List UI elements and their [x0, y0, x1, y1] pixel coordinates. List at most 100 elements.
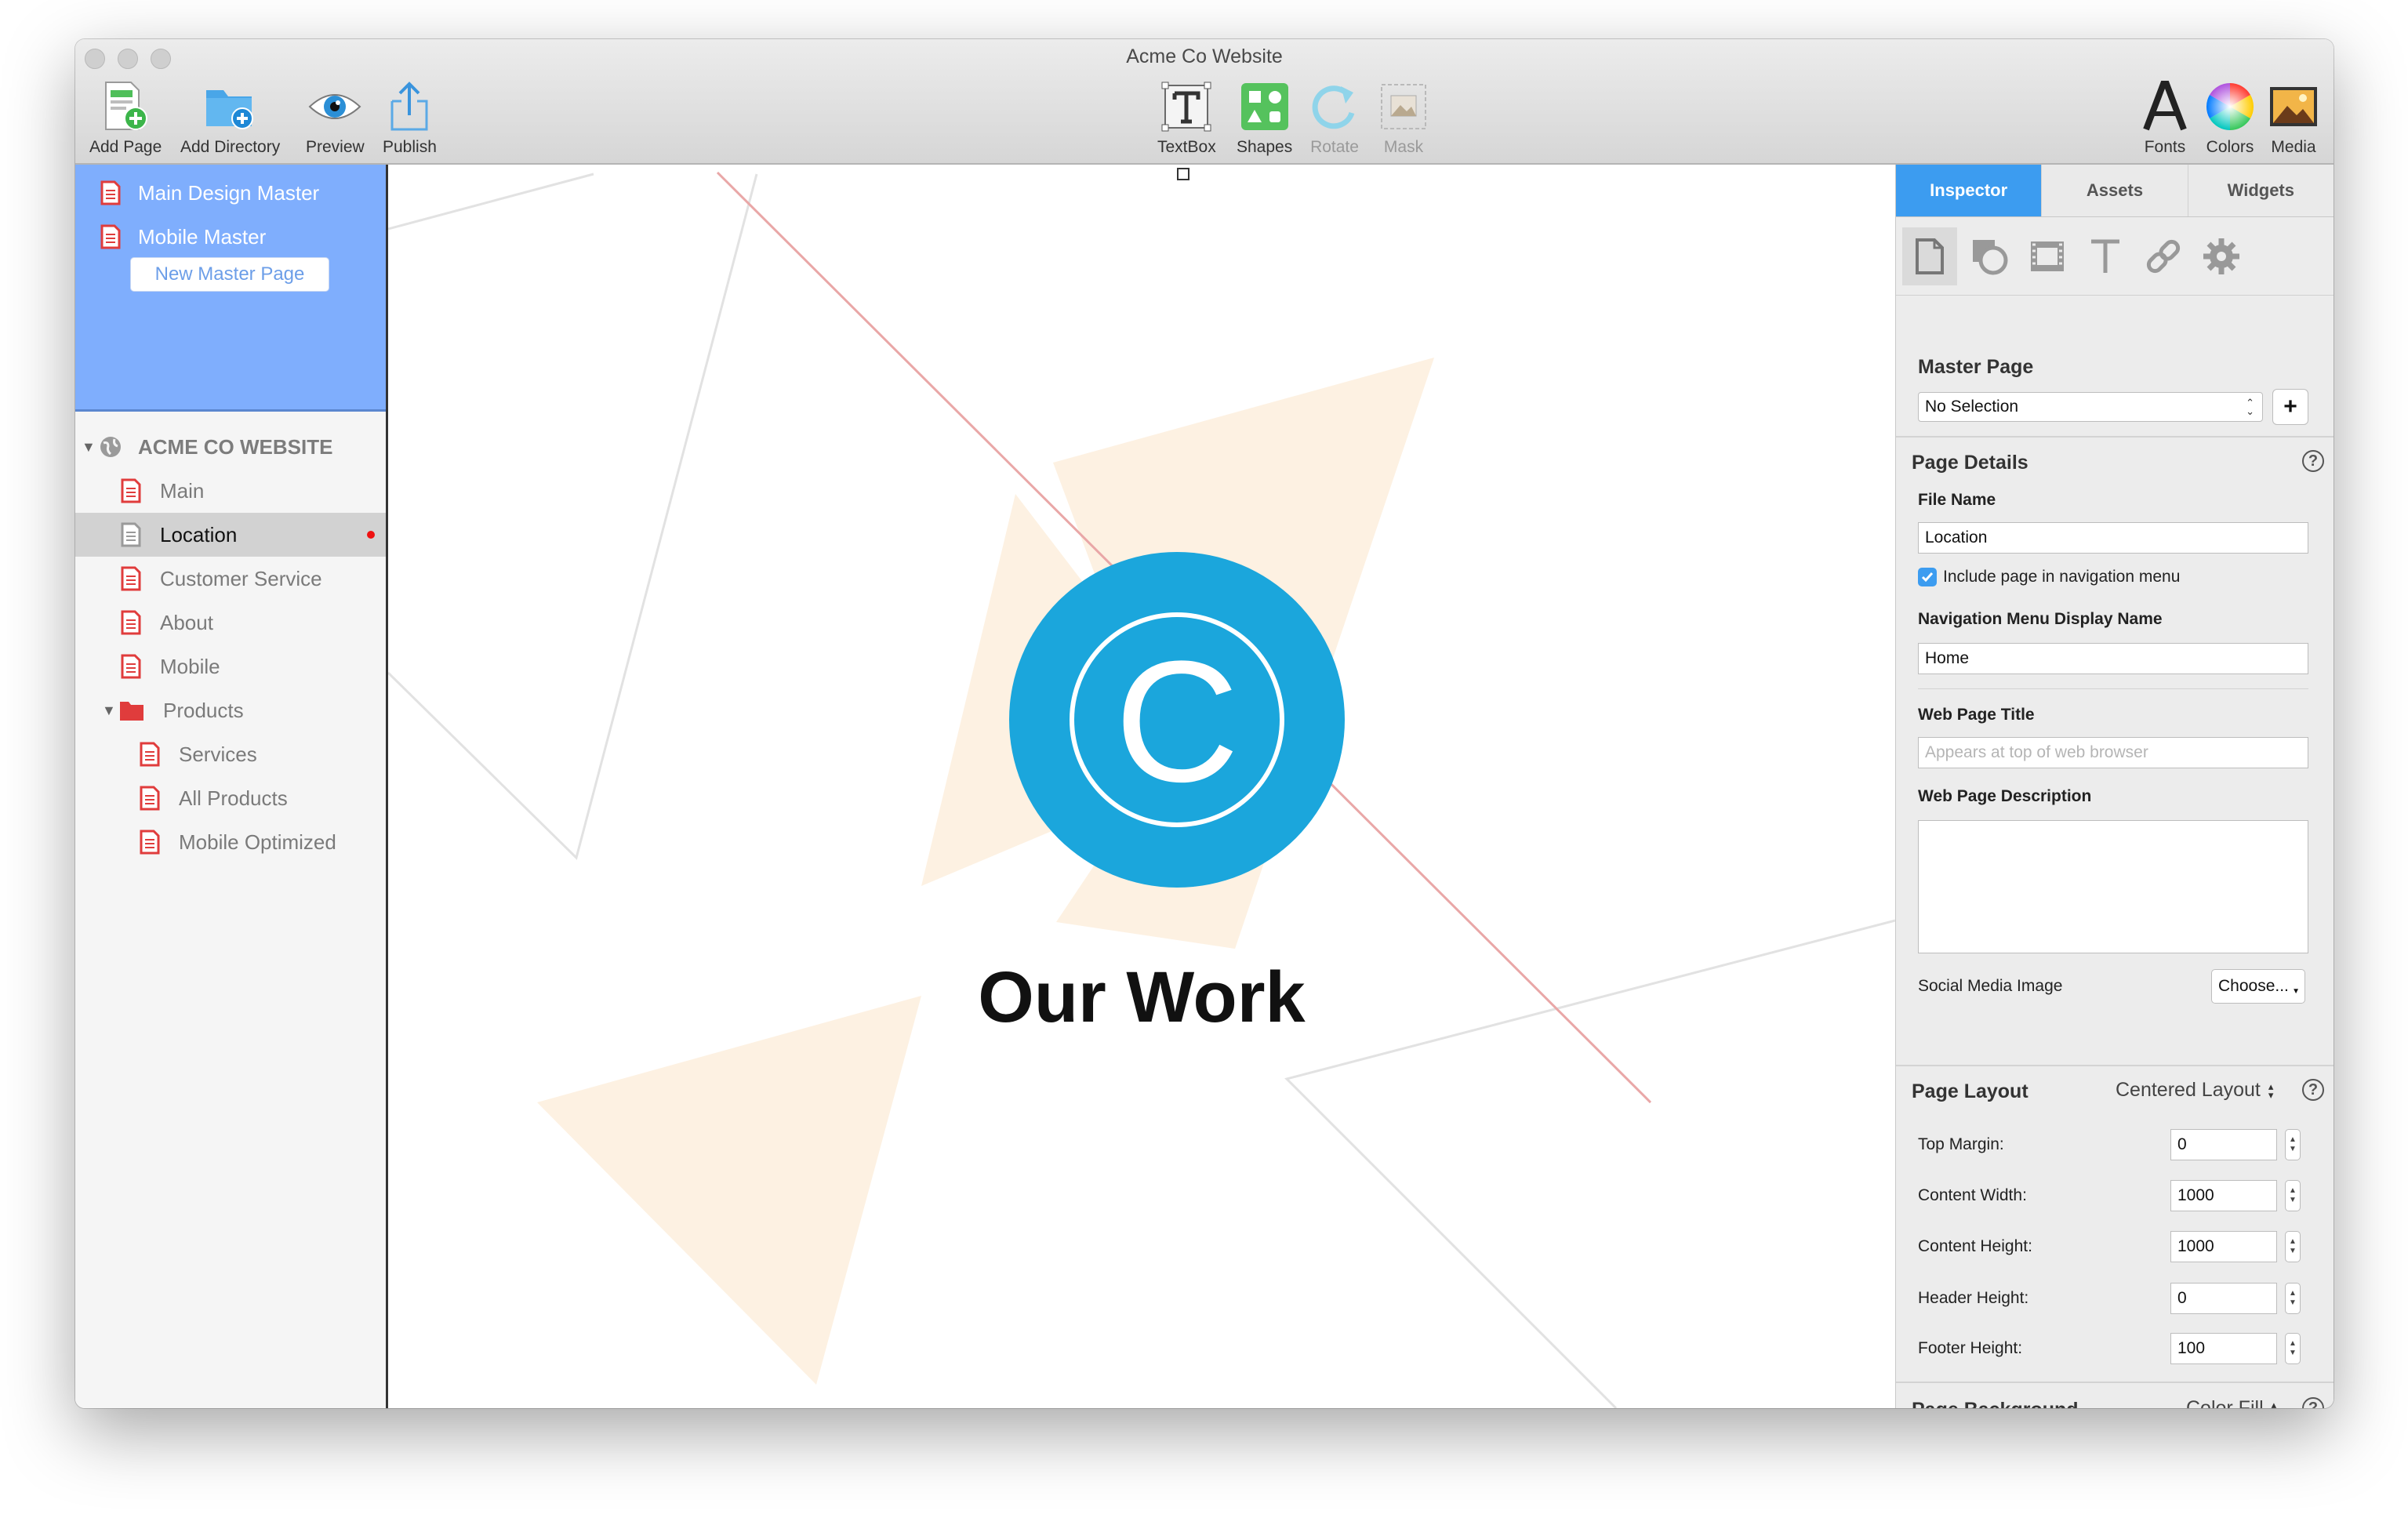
text-inspector-icon[interactable] [2078, 227, 2133, 285]
site-sidebar: Main Design Master Mobile Master New Mas… [75, 165, 388, 1408]
select-arrows-icon: ▴▾ [2271, 1398, 2277, 1409]
add-master-button[interactable]: + [2272, 389, 2308, 425]
link-inspector-icon[interactable] [2136, 227, 2191, 285]
tree-page-all-products[interactable]: All Products [75, 776, 386, 820]
choose-button-label: Choose... [2218, 977, 2289, 995]
textbox-tool[interactable]: TextBox [1157, 78, 1216, 157]
include-nav-checkbox[interactable] [1918, 568, 1937, 586]
shapes-tool[interactable]: Shapes [1237, 78, 1292, 157]
tree-page-mobile-optimized[interactable]: Mobile Optimized [75, 820, 386, 864]
page-background-mode-select[interactable]: Color Fill ▴▾ [2186, 1397, 2276, 1408]
page-icon [121, 654, 141, 679]
page-inspector-icon[interactable] [1902, 227, 1957, 285]
app-window: Acme Co Website Add Page Add Directory P… [75, 39, 2334, 1408]
textbox-label: TextBox [1157, 138, 1216, 156]
disclosure-triangle-icon[interactable]: ▼ [82, 439, 99, 456]
master-page-heading: Master Page [1918, 356, 2034, 378]
web-page-description-field[interactable] [1918, 820, 2308, 953]
top-margin-field[interactable]: 0 [2170, 1129, 2277, 1160]
master-page-select[interactable]: No Selection ⌃ ⌄ [1918, 392, 2263, 422]
new-master-page-button[interactable]: New Master Page [130, 257, 329, 292]
social-media-image-label: Social Media Image [1918, 977, 2063, 995]
page-icon [121, 610, 141, 635]
preview-button[interactable]: Preview [306, 78, 365, 157]
add-directory-button[interactable]: Add Directory [180, 78, 280, 157]
select-arrows-icon: ⌃ ⌄ [2246, 397, 2254, 417]
master-pages-panel: Main Design Master Mobile Master New Mas… [75, 165, 386, 412]
header-height-stepper[interactable]: ▲ ▼ [2285, 1283, 2301, 1314]
divider [1896, 1382, 2334, 1383]
footer-height-field[interactable]: 100 [2170, 1333, 2277, 1364]
colors-button[interactable]: Colors [2205, 78, 2255, 157]
file-name-field[interactable]: Location [1918, 522, 2308, 554]
page-icon [121, 478, 141, 503]
mask-tool[interactable]: Mask [1380, 78, 1427, 157]
tree-page-label: Location [160, 522, 238, 546]
content-height-stepper[interactable]: ▲ ▼ [2285, 1231, 2301, 1262]
page-details-heading: Page Details [1912, 452, 2028, 474]
tree-page-customer-service[interactable]: Customer Service [75, 557, 386, 601]
page-icon [140, 830, 160, 855]
page-layout-help-button[interactable]: ? [2302, 1079, 2324, 1101]
page-background-help-button[interactable]: ? [2302, 1397, 2324, 1408]
top-margin-stepper[interactable]: ▲ ▼ [2285, 1129, 2301, 1160]
eye-icon [307, 78, 362, 135]
gear-icon[interactable] [2194, 227, 2249, 285]
tree-page-main[interactable]: Main [75, 469, 386, 513]
tree-page-about[interactable]: About [75, 601, 386, 644]
disclosure-triangle-icon[interactable]: ▼ [102, 703, 119, 719]
page-icon [121, 566, 141, 591]
add-page-icon [101, 78, 150, 135]
rotate-tool[interactable]: Rotate [1309, 78, 1360, 157]
page-icon [121, 522, 141, 547]
tree-page-location[interactable]: Location [75, 513, 386, 557]
content-width-stepper[interactable]: ▲ ▼ [2285, 1180, 2301, 1211]
inspector-section-icons [1896, 216, 2334, 296]
media-icon [2268, 78, 2319, 135]
decor-line [388, 173, 758, 860]
selection-handle[interactable] [1177, 168, 1189, 180]
publish-button[interactable]: Publish [383, 78, 437, 157]
tab-assets[interactable]: Assets [2042, 165, 2188, 216]
nav-display-name-field[interactable]: Home [1918, 643, 2308, 674]
tree-page-services[interactable]: Services [75, 732, 386, 776]
top-margin-label: Top Margin: [1918, 1135, 2004, 1153]
content-width-field[interactable]: 1000 [2170, 1180, 2277, 1211]
choose-social-image-button[interactable]: Choose... ▼ [2211, 969, 2305, 1004]
media-label: Media [2271, 138, 2316, 156]
site-title: ACME CO WEBSITE [138, 434, 333, 459]
tab-widgets[interactable]: Widgets [2188, 165, 2334, 216]
page-layout-mode-select[interactable]: Centered Layout ▴ ▾ [2116, 1079, 2273, 1102]
fonts-button[interactable]: Fonts [2143, 78, 2187, 157]
tree-page-label: Services [179, 742, 257, 766]
page-details-help-button[interactable]: ? [2302, 450, 2324, 472]
tree-page-label: About [160, 610, 213, 634]
page-layout-heading: Page Layout [1912, 1080, 2028, 1102]
site-root[interactable]: ▼ ACME CO WEBSITE [75, 425, 386, 469]
add-page-button[interactable]: Add Page [89, 78, 162, 157]
globe-icon [100, 437, 121, 457]
master-item-mobile[interactable]: Mobile Master [100, 220, 266, 254]
textbox-icon [1160, 78, 1212, 135]
tree-folder-products[interactable]: ▼ Products [75, 688, 386, 732]
fonts-label: Fonts [2144, 138, 2186, 156]
canvas-heading[interactable]: Our Work [388, 957, 1895, 1039]
header-height-field[interactable]: 0 [2170, 1283, 2277, 1314]
tab-inspector[interactable]: Inspector [1896, 165, 2043, 216]
shape-inspector-icon[interactable] [1962, 227, 2017, 285]
media-button[interactable]: Media [2268, 78, 2319, 157]
toolbar: Acme Co Website Add Page Add Directory P… [75, 39, 2334, 165]
tree-folder-label: Products [163, 698, 244, 722]
master-page-value: No Selection [1925, 398, 2019, 416]
tree-page-mobile[interactable]: Mobile [75, 644, 386, 688]
page-background-mode-value: Color Fill [2186, 1397, 2264, 1408]
include-nav-row[interactable]: Include page in navigation menu [1918, 568, 2180, 586]
page-canvas[interactable]: C Our Work [388, 165, 1895, 1408]
divider [1896, 1065, 2334, 1066]
content-height-field[interactable]: 1000 [2170, 1231, 2277, 1262]
publish-icon [386, 78, 433, 135]
master-item-main-design[interactable]: Main Design Master [100, 176, 319, 210]
film-inspector-icon[interactable] [2020, 227, 2075, 285]
footer-height-stepper[interactable]: ▲ ▼ [2285, 1333, 2301, 1364]
web-page-title-field[interactable]: Appears at top of web browser [1918, 737, 2308, 768]
